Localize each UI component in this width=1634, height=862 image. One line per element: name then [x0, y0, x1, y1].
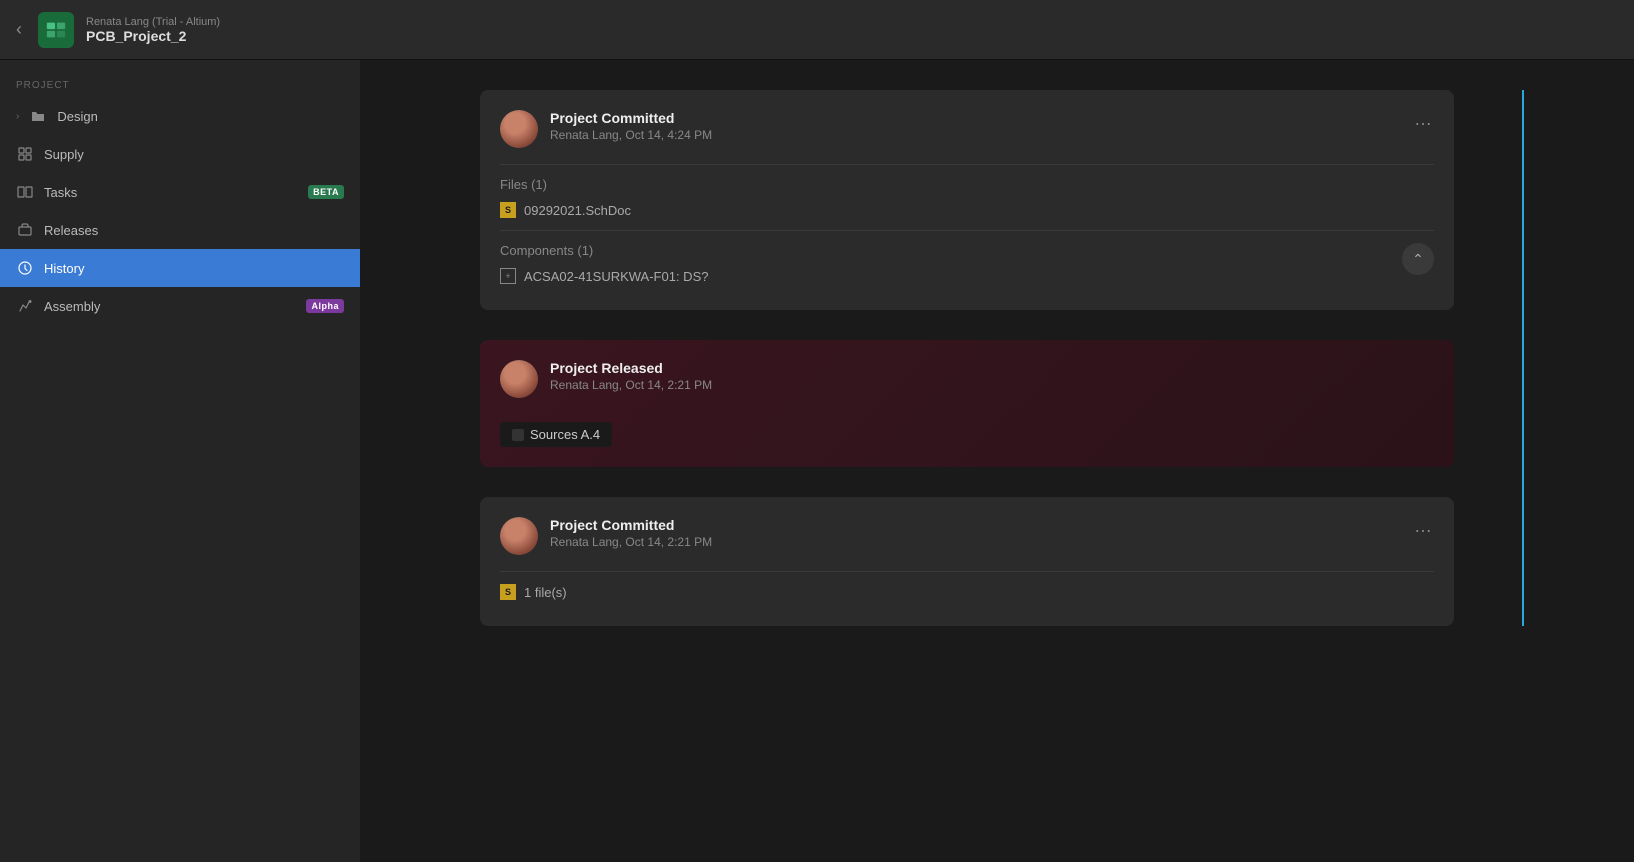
card-title-1: Project Committed [550, 110, 1402, 126]
timeline-line [1522, 90, 1524, 626]
sidebar-section-label: PROJECT [0, 68, 360, 97]
sidebar-item-assembly[interactable]: Assembly Alpha [0, 287, 360, 325]
file-count-icon: S [500, 584, 516, 600]
beta-badge: BETA [308, 185, 344, 199]
supply-icon [16, 145, 34, 163]
card-header-1: Project Committed Renata Lang, Oct 14, 4… [500, 110, 1434, 148]
file-count-item: S 1 file(s) [500, 584, 1434, 600]
card-subtitle-1: Renata Lang, Oct 14, 4:24 PM [550, 128, 1402, 142]
author-2: Renata Lang [550, 378, 619, 392]
divider-1 [500, 164, 1434, 165]
topbar-subtitle: Renata Lang (Trial - Altium) [86, 16, 220, 28]
divider-3 [500, 571, 1434, 572]
folder-icon [29, 107, 47, 125]
author-3: Renata Lang [550, 535, 619, 549]
card-subtitle-2: Renata Lang, Oct 14, 2:21 PM [550, 378, 1434, 392]
release-tag-label: Sources A.4 [530, 427, 600, 442]
card-menu-3[interactable]: … [1414, 517, 1434, 535]
sidebar-item-label: Releases [44, 223, 344, 238]
assembly-icon [16, 297, 34, 315]
card-menu-1[interactable]: … [1414, 110, 1434, 128]
releases-icon [16, 221, 34, 239]
sidebar-item-history[interactable]: History [0, 249, 360, 287]
commit-card-2: Project Committed Renata Lang, Oct 14, 2… [480, 497, 1454, 626]
main-content: Project Committed Renata Lang, Oct 14, 4… [360, 60, 1634, 862]
avatar-3 [500, 517, 538, 555]
file-item-1: S 09292021.SchDoc [500, 202, 1434, 218]
divider-2 [500, 230, 1434, 231]
files-label: Files [500, 177, 527, 192]
file-count-label: 1 file(s) [524, 585, 567, 600]
card-title-group-1: Project Committed Renata Lang, Oct 14, 4… [550, 110, 1402, 142]
release-tag-icon [512, 429, 524, 441]
avatar-2 [500, 360, 538, 398]
topbar: ‹ Renata Lang (Trial - Altium) PCB_Proje… [0, 0, 1634, 60]
files-section-title: Files (1) [500, 177, 1434, 192]
avatar-1 [500, 110, 538, 148]
sidebar-item-releases[interactable]: Releases [0, 211, 360, 249]
card-title-2: Project Released [550, 360, 1434, 376]
components-label: Components [500, 243, 574, 258]
back-button[interactable]: ‹ [12, 15, 26, 44]
card-subtitle-3: Renata Lang, Oct 14, 2:21 PM [550, 535, 1402, 549]
components-section-title: Components (1) [500, 243, 1434, 258]
date-3: Oct 14, 2:21 PM [625, 535, 712, 549]
card-title-3: Project Committed [550, 517, 1402, 533]
date-1: Oct 14, 4:24 PM [625, 128, 712, 142]
component-item-1: + ACSA02-41SURKWA-F01: DS? [500, 268, 1402, 284]
timeline-wrapper: Project Committed Renata Lang, Oct 14, 4… [480, 90, 1554, 626]
sidebar-item-label: Assembly [44, 299, 296, 314]
schematic-file-icon: S [500, 202, 516, 218]
commit-card-1: Project Committed Renata Lang, Oct 14, 4… [480, 90, 1454, 310]
alpha-badge: Alpha [306, 299, 344, 313]
chevron-right-icon: › [16, 111, 19, 122]
card-title-group-2: Project Released Renata Lang, Oct 14, 2:… [550, 360, 1434, 392]
released-section: Project Released Renata Lang, Oct 14, 2:… [480, 340, 1454, 467]
file-name-1: 09292021.SchDoc [524, 203, 631, 218]
topbar-info: Renata Lang (Trial - Altium) PCB_Project… [86, 16, 220, 44]
collapse-button[interactable]: ⌃ [1402, 243, 1434, 275]
sidebar-item-label: History [44, 261, 344, 276]
sidebar-item-tasks[interactable]: Tasks BETA [0, 173, 360, 211]
component-name-1: ACSA02-41SURKWA-F01: DS? [524, 269, 708, 284]
component-icon: + [500, 268, 516, 284]
topbar-title: PCB_Project_2 [86, 28, 220, 44]
sidebar-item-design[interactable]: › Design [0, 97, 360, 135]
sidebar-item-label: Supply [44, 147, 344, 162]
sidebar: PROJECT › Design Supply [0, 60, 360, 862]
tasks-icon [16, 183, 34, 201]
sidebar-item-label: Tasks [44, 185, 298, 200]
card-header-2: Project Released Renata Lang, Oct 14, 2:… [500, 360, 1434, 398]
date-2: Oct 14, 2:21 PM [625, 378, 712, 392]
release-tag-container: Sources A.4 [500, 414, 1434, 447]
card-header-3: Project Committed Renata Lang, Oct 14, 2… [500, 517, 1434, 555]
author-1: Renata Lang [550, 128, 619, 142]
release-tag: Sources A.4 [500, 422, 612, 447]
app-icon [38, 12, 74, 48]
history-icon [16, 259, 34, 277]
commit-card-wrapper-2: Project Committed Renata Lang, Oct 14, 2… [480, 497, 1454, 626]
sidebar-item-label: Design [57, 109, 344, 124]
layout: PROJECT › Design Supply [0, 60, 1634, 862]
card-title-group-3: Project Committed Renata Lang, Oct 14, 2… [550, 517, 1402, 549]
sidebar-item-supply[interactable]: Supply [0, 135, 360, 173]
